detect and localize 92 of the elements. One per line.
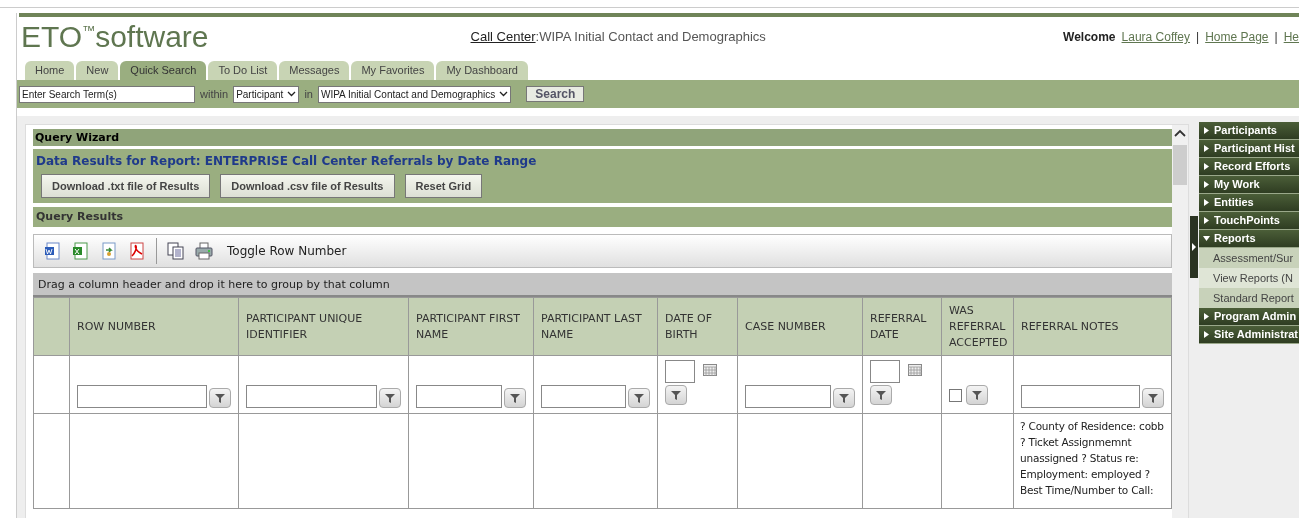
filter-field[interactable] [541, 385, 626, 408]
sidebar-subitem[interactable]: View Reports (N [1199, 268, 1299, 288]
sidebar-item[interactable]: Program Admin [1199, 308, 1299, 326]
checkbox[interactable] [949, 389, 962, 402]
logo: ETO™software [21, 22, 209, 52]
filter-icon [876, 390, 886, 400]
filter-button[interactable] [966, 385, 988, 405]
scroll-thumb[interactable] [1173, 145, 1187, 185]
search-button[interactable]: Search [526, 86, 585, 102]
caret-right-icon [1203, 127, 1210, 134]
nav-tab[interactable]: To Do List [208, 61, 278, 80]
word-document-icon[interactable] [44, 242, 62, 260]
caret-right-icon [1203, 217, 1210, 224]
within-select[interactable]: Participant [233, 85, 300, 103]
group-by-bar: Drag a column header and drop it here to group by that column [33, 273, 1172, 297]
link-separator: | [1196, 29, 1200, 46]
filter-icon [634, 393, 644, 403]
filter-icon [510, 393, 520, 403]
nav-tab[interactable]: My Favorites [351, 61, 435, 80]
filter-field[interactable] [745, 385, 831, 408]
sidebar-item[interactable]: Reports [1199, 230, 1299, 248]
scroll-up-icon[interactable] [1174, 129, 1186, 137]
filter-icon [215, 393, 225, 403]
sidebar-subitem[interactable]: Standard Report [1199, 288, 1299, 308]
toggle-row-number-button[interactable]: Toggle Row Number [227, 242, 347, 260]
sidebar-item[interactable]: Participants [1199, 122, 1299, 140]
filter-icon [1148, 393, 1158, 403]
calendar-icon[interactable] [908, 364, 922, 376]
sidebar-item[interactable]: Entities [1199, 194, 1299, 212]
form-select[interactable]: WIPA Initial Contact and Demographics [317, 85, 512, 103]
header-link[interactable]: Laura Coffey [1121, 28, 1191, 46]
printer-icon[interactable] [195, 242, 213, 260]
section-header: Query Wizard [33, 129, 1172, 146]
pdf-icon[interactable] [128, 242, 146, 260]
header-link[interactable]: Home Page [1205, 28, 1269, 46]
caret-right-icon [1203, 199, 1210, 206]
sidebar-item[interactable]: Participant Hist [1199, 140, 1299, 158]
context-title: :WIPA Initial Contact and Demographics [535, 29, 766, 45]
filter-button[interactable] [209, 388, 231, 408]
sidebar-subitem[interactable]: Assessment/Sur [1199, 248, 1299, 268]
caret-right-icon [1203, 163, 1210, 170]
in-label: in [304, 86, 313, 102]
sidebar-item[interactable]: My Work [1199, 176, 1299, 194]
caret-right-icon [1203, 145, 1210, 152]
filter-field[interactable] [416, 385, 502, 408]
context-link[interactable]: Call Center [470, 29, 536, 45]
filter-icon [671, 390, 681, 400]
action-button[interactable]: Download .txt file of Results [41, 174, 211, 198]
filter-button[interactable] [504, 388, 526, 408]
filter-icon [972, 390, 982, 400]
header-link[interactable]: He [1283, 28, 1299, 46]
nav-tab[interactable]: Home [25, 61, 75, 80]
collapse-handle[interactable] [1190, 216, 1198, 278]
filter-field[interactable] [1021, 385, 1140, 408]
nav-tab[interactable]: New [76, 61, 119, 80]
welcome-label: Welcome [1063, 29, 1116, 46]
calendar-icon[interactable] [703, 364, 717, 376]
search-field[interactable]: Enter Search Term(s) [19, 85, 195, 103]
section-header: Query Results [33, 207, 1172, 227]
caret-right-icon [1203, 181, 1210, 188]
nav-tab[interactable]: Quick Search [120, 61, 207, 80]
filter-button[interactable] [665, 385, 687, 405]
filter-field[interactable] [77, 385, 207, 408]
filter-button[interactable] [1142, 388, 1164, 408]
nav-tab[interactable]: Messages [279, 61, 350, 80]
filter-icon [839, 393, 849, 403]
filter-icon [385, 393, 395, 403]
link-separator: | [1274, 29, 1278, 46]
table-cell: ? County of Residence: cobb ? Ticket Assignmemnt unassigned ? Status re: Employment: employed ? Best Time/Number to Call: [1020, 420, 1164, 496]
filter-button[interactable] [870, 385, 892, 405]
nav-tab[interactable]: My Dashboard [436, 61, 528, 80]
sidebar-item[interactable]: TouchPoints [1199, 212, 1299, 230]
action-button[interactable]: Download .csv file of Results [220, 174, 395, 198]
action-button[interactable]: Reset Grid [404, 174, 483, 198]
date-field[interactable] [665, 360, 695, 383]
filter-button[interactable] [628, 388, 650, 408]
caret-right-icon [1203, 331, 1210, 338]
chevron-icon [287, 91, 297, 97]
filter-button[interactable] [833, 388, 855, 408]
caret-right-icon [1203, 313, 1210, 320]
copy-icon[interactable] [167, 242, 185, 260]
sidebar-item[interactable]: Record Efforts [1199, 158, 1299, 176]
filter-button[interactable] [379, 388, 401, 408]
sidebar-item[interactable]: Site Administrat [1199, 326, 1299, 344]
within-label: within [200, 86, 229, 102]
spreadsheet-icon[interactable] [72, 242, 90, 260]
report-title: Data Results for Report: ENTERPRISE Call Center Referrals by Date Range [36, 153, 538, 170]
date-field[interactable] [870, 360, 900, 383]
chevron-icon [499, 91, 509, 97]
caret-down-icon [1203, 235, 1210, 242]
triangle-icon [1192, 243, 1196, 251]
filter-field[interactable] [246, 385, 377, 408]
